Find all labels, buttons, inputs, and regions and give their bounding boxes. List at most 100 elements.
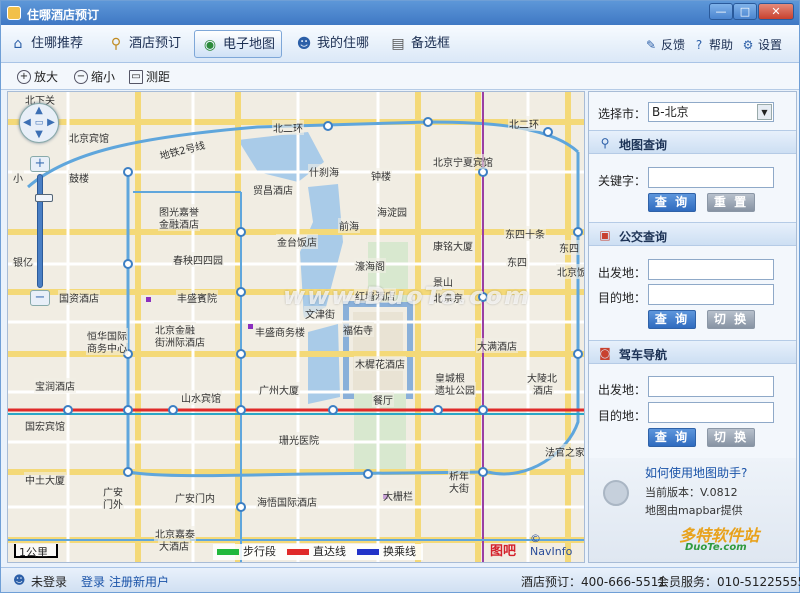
map-label: 珊光医院: [278, 432, 320, 447]
globe-icon: ◉: [203, 37, 217, 53]
map-label: 国资酒店: [58, 290, 100, 305]
zoom-out-icon: −: [74, 70, 88, 84]
bus-query-button[interactable]: 查 询: [648, 310, 696, 329]
zoom-out-tool[interactable]: − 缩小: [74, 68, 115, 86]
nav-label: 酒店预订: [129, 36, 182, 51]
help-button[interactable]: ? 帮助: [691, 37, 733, 53]
pan-up-icon[interactable]: ▲: [33, 105, 45, 117]
map-label: 街洲际酒店: [154, 334, 206, 349]
pan-control[interactable]: ▲ ▼ ◀ ▶ ▭: [19, 103, 59, 143]
route-legend: 步行段 直达线 换乘线: [213, 544, 423, 560]
title-bar: 住哪酒店预订 — □ ✕: [1, 1, 799, 25]
map-label: 银亿: [12, 254, 34, 269]
feedback-button[interactable]: ✎ 反馈: [643, 37, 685, 53]
house-icon: ⌂: [13, 36, 23, 52]
minimize-button[interactable]: —: [709, 3, 733, 20]
drive-from-label: 出发地：: [598, 383, 647, 397]
drive-switch-button[interactable]: 切 换: [707, 428, 755, 447]
city-select[interactable]: B-北京 ▼: [648, 102, 774, 122]
map-label: 东四十条: [504, 226, 546, 241]
transfer-swatch-icon: [357, 549, 379, 555]
app-logo-icon: [7, 6, 21, 20]
nav-my-account[interactable]: ☻ 我的住哪: [289, 30, 375, 58]
pan-down-icon[interactable]: ▼: [33, 129, 45, 141]
map-search-reset-button[interactable]: 重 置: [707, 193, 755, 212]
version-text: 当前版本：V.0812: [645, 486, 738, 499]
pan-left-icon[interactable]: ◀: [21, 117, 33, 129]
zoom-in-icon: +: [17, 70, 31, 84]
drive-from-input[interactable]: [648, 376, 774, 397]
login-link[interactable]: 登录: [81, 573, 105, 590]
map-label: 东四: [558, 240, 580, 255]
magnifier-icon: ⚲: [600, 136, 610, 150]
nav-label: 住哪推荐: [31, 36, 84, 51]
map-label: 什刹海: [308, 164, 340, 179]
map-brand-logo[interactable]: 图吧: [490, 540, 516, 559]
map-label: 贸昌酒店: [252, 182, 294, 197]
map-canvas[interactable]: 北下关 北二环 北二环 地铁2号线 北京宁夏宾馆 什刹海 钟楼 贸昌酒店 图光嘉…: [7, 91, 585, 563]
zoom-plus-icon[interactable]: +: [30, 156, 50, 172]
cart-icon: ▤: [391, 36, 405, 52]
nav-hotel-booking[interactable]: ⚲ 酒店预订: [101, 30, 187, 58]
status-bar: ☻ 未登录 登录 注册新用户 酒店预订：400-666-5511 会员服务：01…: [1, 567, 800, 592]
gear-icon: ⚙: [742, 38, 754, 52]
drive-query-button[interactable]: 查 询: [648, 428, 696, 447]
map-label: 濠海阁: [354, 258, 386, 273]
zoom-slider[interactable]: + −: [30, 156, 53, 306]
walk-swatch-icon: [217, 549, 239, 555]
ruler-icon: ▭: [129, 70, 143, 84]
help-link[interactable]: 如何使用地图助手?: [645, 464, 747, 481]
feedback-icon: ✎: [645, 38, 657, 52]
measure-tool[interactable]: ▭ 测距: [129, 68, 170, 86]
close-button[interactable]: ✕: [758, 3, 794, 20]
legend-direct: 直达线: [287, 546, 346, 558]
main-nav: ⌂ 住哪推荐 ⚲ 酒店预订 ◉ 电子地图 ☻ 我的住哪 ▤ 备选框 ✎ 反馈 ?…: [1, 25, 799, 63]
map-label: 钟楼: [370, 168, 392, 183]
map-label: 大酒店: [158, 538, 190, 553]
settings-button[interactable]: ⚙ 设置: [740, 37, 782, 53]
map-label: 春秧四四园: [172, 252, 224, 267]
map-label: 北京宁夏宾馆: [432, 154, 494, 169]
map-search-query-button[interactable]: 查 询: [648, 193, 696, 212]
keyword-label: 关键字：: [598, 174, 647, 188]
legend-transfer: 换乘线: [357, 546, 416, 558]
map-label: 海淀园: [376, 204, 408, 219]
measure-label: 测距: [146, 70, 171, 84]
help-icon: ?: [695, 38, 703, 52]
zoom-minus-icon[interactable]: −: [30, 290, 50, 306]
maximize-button[interactable]: □: [733, 3, 757, 20]
keyword-input[interactable]: [648, 167, 774, 188]
city-label: 选择市：: [598, 107, 647, 121]
map-label: 宝润酒店: [34, 378, 76, 393]
map-label: 前海: [338, 218, 360, 233]
map-label: 金台饭店: [276, 234, 318, 249]
bus-from-label: 出发地：: [598, 266, 647, 280]
user-status-icon: ☻: [13, 573, 26, 587]
map-label: 广安门内: [174, 490, 216, 505]
nav-favorites[interactable]: ▤ 备选框: [383, 30, 456, 58]
bus-to-input[interactable]: [648, 284, 774, 305]
pan-right-icon[interactable]: ▶: [45, 117, 57, 129]
legend-label: 直达线: [313, 545, 346, 558]
bus-switch-button[interactable]: 切 换: [707, 310, 755, 329]
register-link[interactable]: 注册新用户: [109, 573, 169, 590]
pan-center-icon[interactable]: ▭: [33, 117, 45, 129]
site-watermark-url: DuoTe.com: [685, 542, 747, 553]
legend-walk: 步行段: [217, 546, 276, 558]
map-label: 北京宾馆: [68, 130, 110, 145]
nav-map[interactable]: ◉ 电子地图: [194, 30, 283, 58]
zoom-in-label: 放大: [34, 70, 59, 84]
map-helper-logo-icon: [603, 480, 629, 506]
map-label: 国宏宾馆: [24, 418, 66, 433]
map-label: 鼓楼: [68, 170, 90, 185]
zoom-handle[interactable]: [35, 194, 53, 202]
map-label: 东四: [506, 254, 528, 269]
chevron-down-icon[interactable]: ▼: [757, 104, 772, 120]
drive-to-input[interactable]: [648, 402, 774, 423]
provider-text: 地图由mapbar提供: [645, 504, 743, 517]
zoom-in-tool[interactable]: + 放大: [17, 68, 58, 86]
bus-from-input[interactable]: [648, 259, 774, 280]
map-label: 山水宾馆: [180, 390, 222, 405]
zoom-rail[interactable]: [35, 174, 53, 288]
nav-recommend[interactable]: ⌂ 住哪推荐: [3, 30, 89, 58]
